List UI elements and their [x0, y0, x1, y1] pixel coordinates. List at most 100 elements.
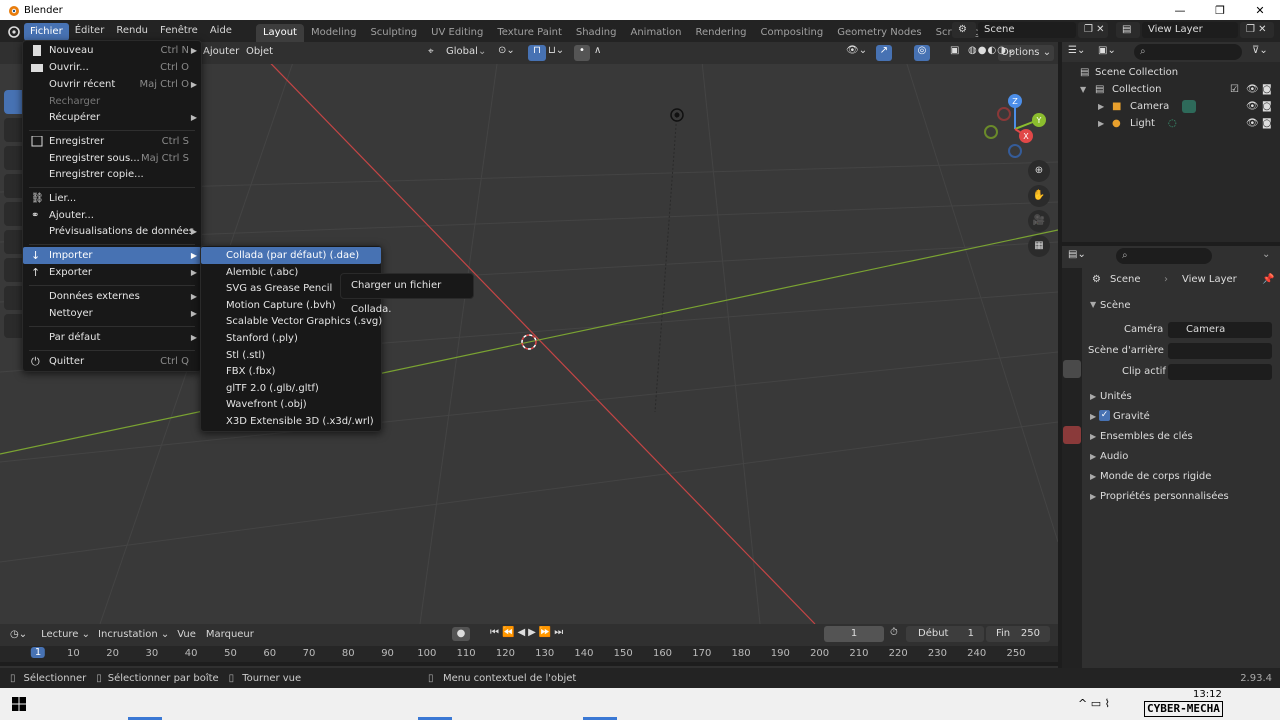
collection-tab[interactable] [1063, 404, 1081, 422]
tab-animation[interactable]: Animation [623, 24, 688, 42]
import-fbx[interactable]: FBX (.fbx) [201, 363, 381, 380]
menu-item-donnees-externes[interactable]: Données externes ▶ [23, 288, 201, 305]
menu-item-exporter[interactable]: ↑ Exporter ▶ [23, 264, 201, 281]
import-obj[interactable]: Wavefront (.obj) [201, 396, 381, 413]
record-icon[interactable]: ● [452, 627, 470, 641]
menu-item-ouvrir[interactable]: Ouvrir... Ctrl O [23, 59, 201, 76]
camera-render-icon[interactable]: ◙ [1262, 81, 1272, 98]
menu-item-importer[interactable]: ↓ Importer ▶ [23, 247, 201, 264]
blender-menu-icon[interactable] [6, 24, 20, 38]
output-tab[interactable] [1063, 316, 1081, 334]
properties-search-input[interactable]: ⌕ [1116, 248, 1212, 264]
panel-audio[interactable]: Audio [1100, 451, 1128, 462]
tab-sculpting[interactable]: Sculpting [363, 24, 424, 42]
pivot-icon[interactable]: ⊙⌄ [498, 45, 515, 56]
render-tab[interactable] [1063, 294, 1081, 312]
world-tab[interactable] [1063, 382, 1081, 400]
tool-tab[interactable] [1063, 272, 1081, 290]
snap-icon[interactable]: ⊓ [528, 45, 546, 61]
view-layer-field[interactable]: View Layer [1142, 22, 1238, 38]
scene-tab[interactable] [1063, 360, 1081, 378]
orientation-dropdown[interactable]: Global [446, 46, 478, 57]
expand-arrow-icon[interactable]: ▶ [1090, 392, 1096, 401]
eye-icon[interactable]: 👁 [1246, 115, 1259, 132]
tab-rendering[interactable]: Rendering [688, 24, 753, 42]
eye-icon[interactable]: 👁 [1246, 98, 1259, 115]
perspective-grid-icon[interactable]: ▦ [1028, 235, 1050, 257]
viewport-menu-ajouter[interactable]: Ajouter [203, 46, 239, 57]
menu-item-nouveau[interactable]: Nouveau Ctrl N ▶ [23, 42, 201, 59]
timeline-menu-marqueur[interactable]: Marqueur [206, 629, 254, 640]
viewport-menu-objet[interactable]: Objet [246, 46, 273, 57]
menu-item-nettoyer[interactable]: Nettoyer ▶ [23, 305, 201, 322]
tab-modeling[interactable]: Modeling [304, 24, 364, 42]
expand-arrow-icon[interactable]: ▶ [1098, 98, 1104, 115]
timeline-ruler[interactable]: 1 10 20 30 40 50 60 70 80 90 100 110 120 130 140 150 160… [0, 646, 1058, 662]
gravity-checkbox[interactable]: ✓ [1099, 410, 1110, 421]
background-scene-field[interactable] [1168, 343, 1272, 359]
light-data-icon[interactable]: ◌ [1168, 115, 1177, 132]
overlay-toggle-icon[interactable]: ◎ [914, 45, 930, 61]
expand-arrow-icon[interactable]: ▶ [1090, 492, 1096, 501]
close-button[interactable]: ✕ [1240, 0, 1280, 20]
menu-item-par-defaut[interactable]: Par défaut ▶ [23, 329, 201, 346]
expand-arrow-icon[interactable]: ▶ [1090, 412, 1096, 421]
timeline-scrollbar[interactable] [0, 662, 1058, 666]
panel-ensembles-de-cles[interactable]: Ensembles de clés [1100, 431, 1193, 442]
pin-icon[interactable]: 📌 [1262, 274, 1274, 285]
expand-arrow-icon[interactable]: ▼ [1080, 81, 1086, 98]
stopwatch-icon[interactable]: ⏱ [890, 627, 898, 638]
zoom-icon[interactable]: ⊕ [1028, 160, 1050, 182]
panel-proprietes-personnalisees[interactable]: Propriétés personnalisées [1100, 491, 1229, 502]
tab-texture-paint[interactable]: Texture Paint [490, 24, 569, 42]
maximize-button[interactable]: ❐ [1200, 0, 1240, 20]
new-scene-button[interactable]: ❐ ✕ [1078, 22, 1108, 38]
display-mode-icon[interactable]: ▣⌄ [1098, 45, 1116, 56]
camera-render-icon[interactable]: ◙ [1262, 98, 1272, 115]
menu-item-enregistrer[interactable]: Enregistrer Ctrl S [23, 133, 201, 150]
texture-tab[interactable] [1063, 426, 1081, 444]
tab-shading[interactable]: Shading [569, 24, 624, 42]
menu-item-enregistrer-sous[interactable]: Enregistrer sous... Maj Ctrl S [23, 150, 201, 167]
expand-arrow-icon[interactable]: ▶ [1098, 115, 1104, 132]
navigation-gizmo[interactable]: Z Y X [980, 94, 1050, 164]
minimize-button[interactable]: — [1160, 0, 1200, 20]
timeline-menu-incrustation[interactable]: Incrustation ⌄ [98, 629, 169, 640]
menu-fichier[interactable]: Fichier [24, 23, 69, 41]
menu-item-quitter[interactable]: ⏻ Quitter Ctrl Q [23, 353, 201, 370]
orientation-icon[interactable]: ⌖ [428, 46, 434, 57]
panel-title[interactable]: Scène [1100, 300, 1131, 311]
panel-unites[interactable]: Unités [1100, 391, 1132, 402]
panel-gravite[interactable]: Gravité [1113, 411, 1150, 422]
tab-uv-editing[interactable]: UV Editing [424, 24, 490, 42]
eye-icon[interactable]: 👁 [1246, 81, 1259, 98]
import-ply[interactable]: Stanford (.ply) [201, 330, 381, 347]
tab-layout[interactable]: Layout [255, 24, 304, 42]
tab-geometry-nodes[interactable]: Geometry Nodes [830, 24, 928, 42]
snap-target-icon[interactable]: ⊔⌄ [548, 45, 564, 56]
filter-icon[interactable]: ⊽⌄ [1252, 45, 1268, 56]
checkbox-icon[interactable]: ☑ [1230, 81, 1239, 98]
timeline-menu-lecture[interactable]: Lecture ⌄ [41, 629, 90, 640]
camera-view-icon[interactable]: 🎥 [1028, 210, 1050, 232]
editor-type-icon[interactable]: ◷⌄ [10, 629, 27, 640]
start-frame-field[interactable]: Début 1 [906, 626, 984, 642]
import-x3d[interactable]: X3D Extensible 3D (.x3d/.wrl) [201, 413, 381, 430]
shading-modes-icon[interactable]: ◍●◐◑⌄ [968, 45, 1016, 56]
falloff-icon[interactable]: ∧ [594, 45, 601, 56]
expand-arrow-icon[interactable]: ▼ [1090, 300, 1096, 309]
menu-item-recuperer[interactable]: Récupérer ▶ [23, 109, 201, 126]
menu-fenetre[interactable]: Fenêtre [154, 20, 204, 42]
menu-item-ouvrir-recent[interactable]: Ouvrir récent Maj Ctrl O ▶ [23, 76, 201, 93]
outliner-row-light[interactable]: ▶ ● Light ◌ 👁 ◙ [1062, 115, 1280, 132]
import-gltf[interactable]: glTF 2.0 (.glb/.gltf) [201, 380, 381, 397]
end-frame-field[interactable]: Fin 250 [986, 626, 1050, 642]
editor-type-icon[interactable]: ☰⌄ [1068, 45, 1085, 56]
import-stl[interactable]: Stl (.stl) [201, 347, 381, 364]
menu-item-enregistrer-copie[interactable]: Enregistrer copie... [23, 166, 201, 183]
playback-controls[interactable]: ⏮⏪◀▶⏩⏭ [490, 627, 566, 638]
camera-data-icon[interactable] [1182, 100, 1196, 113]
proportional-edit-icon[interactable]: • [574, 45, 590, 61]
scene-name-field[interactable]: Scene [978, 22, 1076, 38]
outliner-row-scene-collection[interactable]: ▤ Scene Collection [1062, 64, 1280, 81]
